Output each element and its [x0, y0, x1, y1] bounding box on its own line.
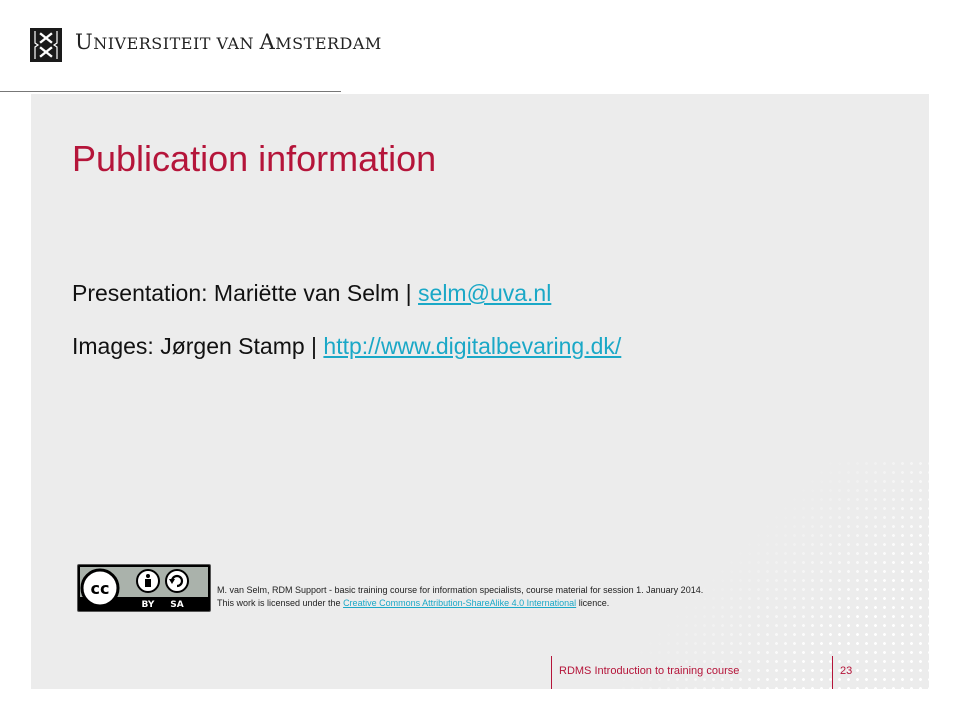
footer-course-title: RDMS Introduction to training course	[559, 665, 740, 677]
presentation-credit: Presentation: Mariëtte van Selm | selm@u…	[72, 280, 551, 307]
badge-by-label: BY	[142, 600, 155, 610]
images-label: Images: Jørgen Stamp |	[72, 333, 324, 359]
univ-name-part: U	[75, 30, 94, 54]
presentation-label: Presentation: Mariëtte van Selm |	[72, 280, 419, 306]
badge-sa-label: SA	[170, 600, 183, 610]
cc-by-sa-badge-icon: cc BY SA	[77, 564, 211, 612]
slide-title: Publication information	[72, 138, 437, 179]
license-statement: This work is licensed under the Creative…	[217, 597, 703, 610]
cc-license-link[interactable]: Creative Commons Attribution-ShareAlike …	[343, 598, 576, 608]
header-divider	[0, 91, 341, 92]
footer-divider-right	[832, 656, 833, 689]
svg-text:cc: cc	[91, 579, 110, 598]
university-logo-icon	[30, 28, 62, 62]
univ-name-part: MSTERDAM	[275, 34, 382, 53]
license-citation: M. van Selm, RDM Support - basic trainin…	[217, 585, 704, 595]
footer-divider-left	[551, 656, 552, 689]
univ-name-part: NIVERSITEIT VAN	[93, 34, 260, 53]
page-number: 23	[840, 665, 853, 677]
license-text: M. van Selm, RDM Support - basic trainin…	[217, 584, 703, 609]
presenter-email-link[interactable]: selm@uva.nl	[418, 280, 551, 306]
license-suffix: licence.	[576, 597, 610, 608]
images-credit: Images: Jørgen Stamp | http://www.digita…	[72, 333, 621, 360]
images-url-link[interactable]: http://www.digitalbevaring.dk/	[323, 333, 621, 359]
university-name: UNIVERSITEIT VAN AMSTERDAM	[75, 30, 382, 54]
univ-name-part: A	[259, 30, 276, 54]
decorative-dot-pattern	[619, 459, 929, 689]
license-prefix: This work is licensed under the	[217, 597, 344, 608]
